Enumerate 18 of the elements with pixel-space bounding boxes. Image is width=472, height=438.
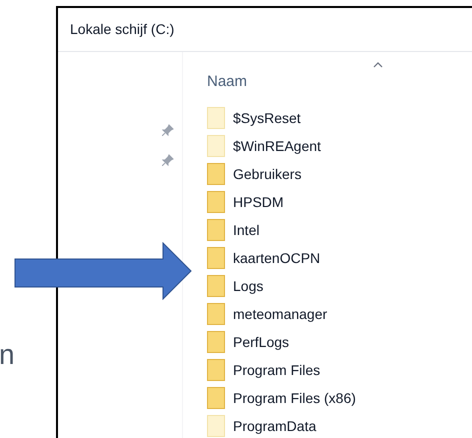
folder-name[interactable]: HPSDM <box>233 192 284 212</box>
folder-name[interactable]: $SysReset <box>233 108 301 128</box>
folder-name[interactable]: PerfLogs <box>233 332 290 352</box>
column-header[interactable]: Naam <box>207 72 248 92</box>
folder-name[interactable]: kaartenOCPN <box>233 248 320 268</box>
folder-name[interactable]: Program Files <box>233 360 320 380</box>
folder-name[interactable]: Intel <box>233 220 260 240</box>
sort-caret-icon <box>373 62 383 68</box>
folder-name[interactable]: Program Files (x86) <box>233 388 356 408</box>
pin-icon[interactable] <box>162 154 174 166</box>
folder-name[interactable]: ProgramData <box>233 416 316 436</box>
folder-name[interactable]: $WinREAgent <box>233 136 321 156</box>
folder-name[interactable]: Logs <box>233 276 264 296</box>
window-title: Lokale schijf (C:) <box>70 20 174 39</box>
folder-name[interactable]: meteomanager <box>233 304 328 324</box>
side-text: n <box>0 338 15 372</box>
folder-name[interactable]: Gebruikers <box>233 164 302 184</box>
pin-icon[interactable] <box>162 124 174 136</box>
